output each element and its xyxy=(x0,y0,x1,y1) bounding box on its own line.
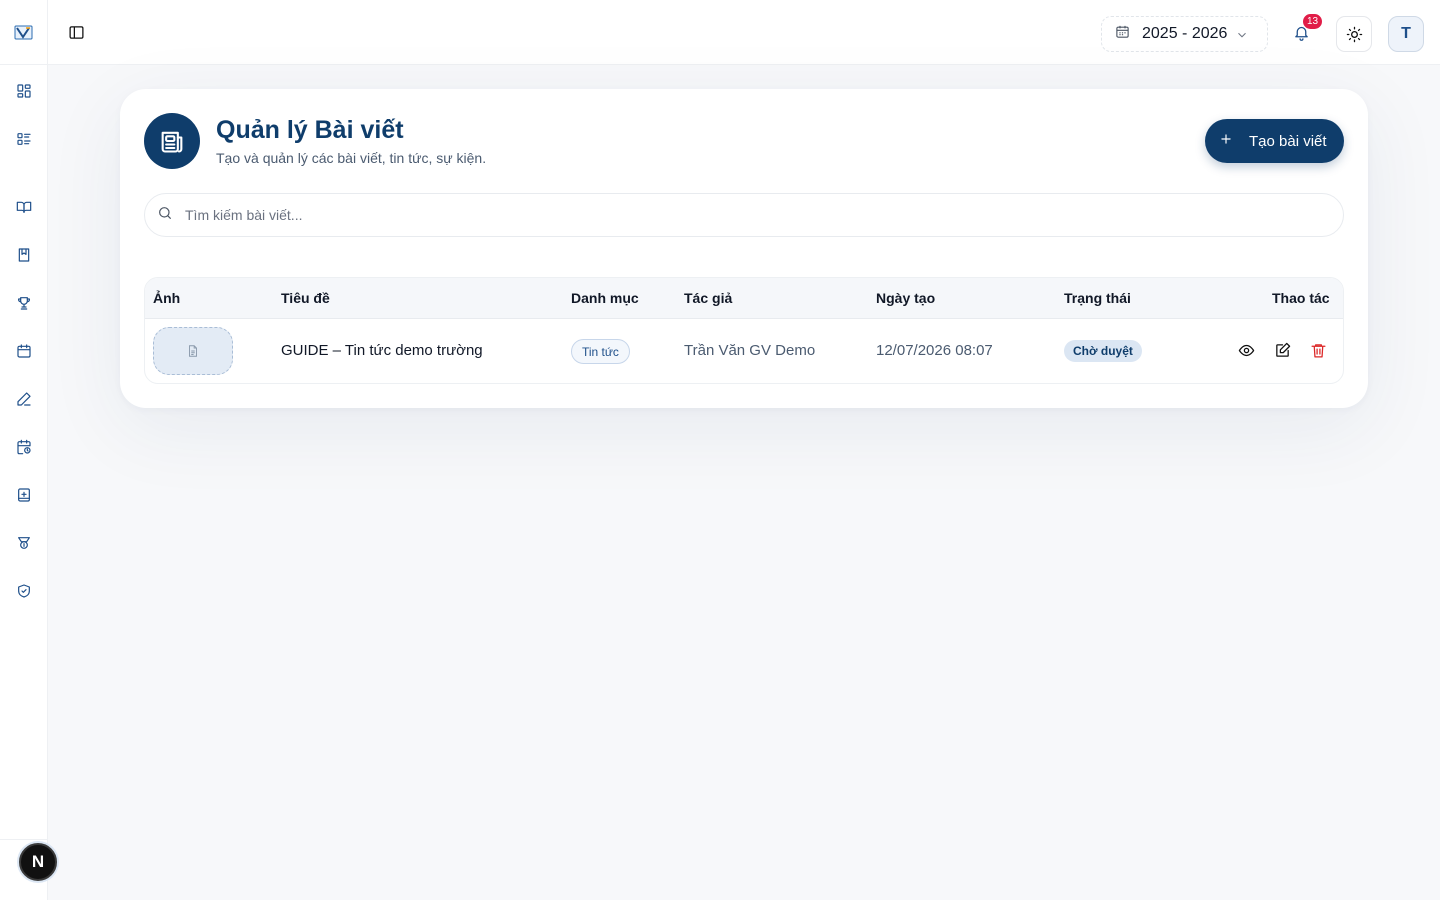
school-year-value: 2025 - 2026 xyxy=(1142,25,1228,42)
post-thumbnail-placeholder xyxy=(153,327,233,375)
trophy-icon[interactable] xyxy=(14,293,34,313)
dashboard-icon[interactable] xyxy=(14,81,34,101)
post-author: Trần Văn GV Demo xyxy=(684,342,816,359)
top-bar: 2025 - 2026 13 T xyxy=(48,0,1440,65)
sidebar-toggle-icon[interactable] xyxy=(68,24,88,44)
search-icon xyxy=(157,205,173,226)
page-title: Quản lý Bài viết xyxy=(216,116,404,144)
column-header-image: Ảnh xyxy=(153,290,181,306)
delete-icon[interactable] xyxy=(1310,342,1328,360)
award-icon[interactable] xyxy=(14,533,34,553)
plus-icon xyxy=(1219,132,1233,150)
calendar-icon[interactable] xyxy=(14,341,34,361)
column-header-author: Tác giả xyxy=(684,290,733,306)
pen-icon[interactable] xyxy=(14,389,34,409)
search-input[interactable] xyxy=(185,207,1285,223)
column-header-title: Tiêu đề xyxy=(281,290,330,306)
create-post-button[interactable]: Tạo bài viết xyxy=(1205,119,1344,163)
column-header-status: Trạng thái xyxy=(1064,290,1131,306)
book-open-icon[interactable] xyxy=(14,197,34,217)
calendar-icon xyxy=(1115,24,1130,44)
table-row: GUIDE – Tin tức demo trường Tin tức Trần… xyxy=(145,319,1343,383)
school-year-select[interactable]: 2025 - 2026 xyxy=(1101,16,1268,52)
list-icon[interactable] xyxy=(14,129,34,149)
search-bar xyxy=(144,193,1344,237)
theme-toggle-button[interactable] xyxy=(1336,16,1372,52)
app-logo[interactable] xyxy=(14,24,34,42)
column-header-created: Ngày tạo xyxy=(876,290,936,306)
category-badge: Tin tức xyxy=(571,339,630,364)
column-header-actions: Thao tác xyxy=(1272,290,1330,306)
calendar-clock-icon[interactable] xyxy=(14,437,34,457)
sidebar-divider xyxy=(0,839,48,840)
page-subtitle: Tạo và quản lý các bài viết, tin tức, sự… xyxy=(216,150,487,166)
file-icon xyxy=(189,345,197,357)
sidebar xyxy=(0,0,48,900)
avatar[interactable]: T xyxy=(1388,16,1424,52)
table-header: Ảnh Tiêu đề Danh mục Tác giả Ngày tạo Tr… xyxy=(145,278,1343,319)
create-post-label: Tạo bài viết xyxy=(1249,132,1327,150)
shield-check-icon[interactable] xyxy=(14,581,34,601)
view-icon[interactable] xyxy=(1238,342,1256,360)
notebook-icon[interactable] xyxy=(14,245,34,265)
sun-icon xyxy=(1346,26,1362,42)
posts-table: Ảnh Tiêu đề Danh mục Tác giả Ngày tạo Tr… xyxy=(144,277,1344,384)
dev-tools-badge[interactable]: N xyxy=(19,843,57,881)
notification-count-badge: 13 xyxy=(1303,14,1322,29)
sidebar-divider xyxy=(0,64,48,65)
posts-card: Quản lý Bài viết Tạo và quản lý các bài … xyxy=(120,89,1368,408)
book-plus-icon[interactable] xyxy=(14,485,34,505)
chevron-down-icon xyxy=(1235,28,1249,47)
edit-icon[interactable] xyxy=(1274,342,1292,360)
column-header-category: Danh mục xyxy=(571,290,639,306)
status-badge: Chờ duyệt xyxy=(1064,340,1142,362)
post-title: GUIDE – Tin tức demo trường xyxy=(281,342,483,359)
post-created-date: 12/07/2026 08:07 xyxy=(876,342,993,359)
newspaper-icon xyxy=(144,113,200,169)
